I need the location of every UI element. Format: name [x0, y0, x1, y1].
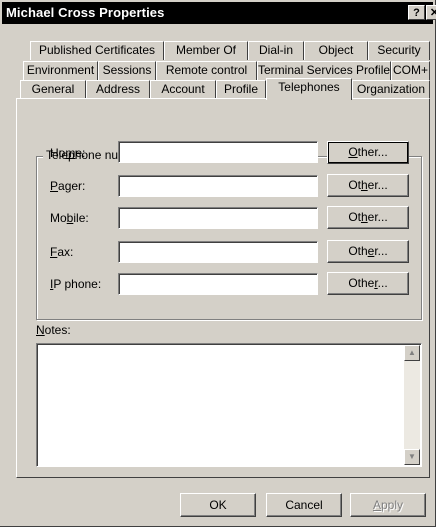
- home-label: Home:: [50, 146, 86, 160]
- ip-phone-other-button[interactable]: Other...: [327, 272, 409, 295]
- fax-input[interactable]: [118, 241, 318, 263]
- tab-published-certificates[interactable]: Published Certificates: [30, 41, 164, 60]
- title-bar[interactable]: Michael Cross Properties ? ✕: [2, 2, 436, 24]
- tab-member-of[interactable]: Member Of: [164, 41, 248, 60]
- tab-account[interactable]: Account: [150, 80, 216, 99]
- pager-input[interactable]: [118, 175, 318, 197]
- properties-dialog: Michael Cross Properties ? ✕ Published C…: [0, 0, 436, 527]
- tab-telephones[interactable]: Telephones: [266, 78, 352, 100]
- tab-profile[interactable]: Profile: [216, 80, 266, 99]
- tab-com-plus[interactable]: COM+: [391, 61, 430, 80]
- pager-label: Pager:: [50, 179, 86, 193]
- tab-organization[interactable]: Organization: [352, 80, 430, 99]
- pager-other-button[interactable]: Other...: [327, 174, 409, 197]
- window-title: Michael Cross Properties: [6, 5, 165, 20]
- notes-scrollbar[interactable]: ▲ ▼: [404, 345, 420, 465]
- scroll-down-icon[interactable]: ▼: [404, 449, 420, 465]
- home-other-button[interactable]: Other...: [327, 141, 409, 164]
- scroll-up-icon[interactable]: ▲: [404, 345, 420, 361]
- tab-dial-in[interactable]: Dial-in: [248, 41, 304, 60]
- ok-button[interactable]: OK: [180, 493, 256, 517]
- tab-security[interactable]: Security: [368, 41, 430, 60]
- home-phone-input[interactable]: [118, 141, 318, 163]
- close-icon[interactable]: ✕: [426, 5, 436, 20]
- notes-textarea[interactable]: ▲ ▼: [36, 343, 422, 467]
- fax-label: Fax:: [50, 245, 74, 259]
- tab-general[interactable]: General: [20, 80, 86, 99]
- tab-sessions[interactable]: Sessions: [98, 61, 156, 80]
- notes-label: Notes:: [36, 323, 71, 337]
- mobile-input[interactable]: [118, 207, 318, 229]
- tab-object[interactable]: Object: [304, 41, 368, 60]
- mobile-label: Mobile:: [50, 211, 89, 225]
- mobile-other-button[interactable]: Other...: [327, 206, 409, 229]
- help-icon[interactable]: ?: [408, 5, 425, 20]
- apply-button[interactable]: Apply: [350, 493, 426, 517]
- ip-phone-label: IP phone:: [50, 277, 102, 291]
- cancel-button[interactable]: Cancel: [266, 493, 342, 517]
- tab-address[interactable]: Address: [86, 80, 150, 99]
- fax-other-button[interactable]: Other...: [327, 240, 409, 263]
- tab-environment[interactable]: Environment: [23, 61, 98, 80]
- ip-phone-input[interactable]: [118, 273, 318, 295]
- tab-remote-control[interactable]: Remote control: [156, 61, 257, 80]
